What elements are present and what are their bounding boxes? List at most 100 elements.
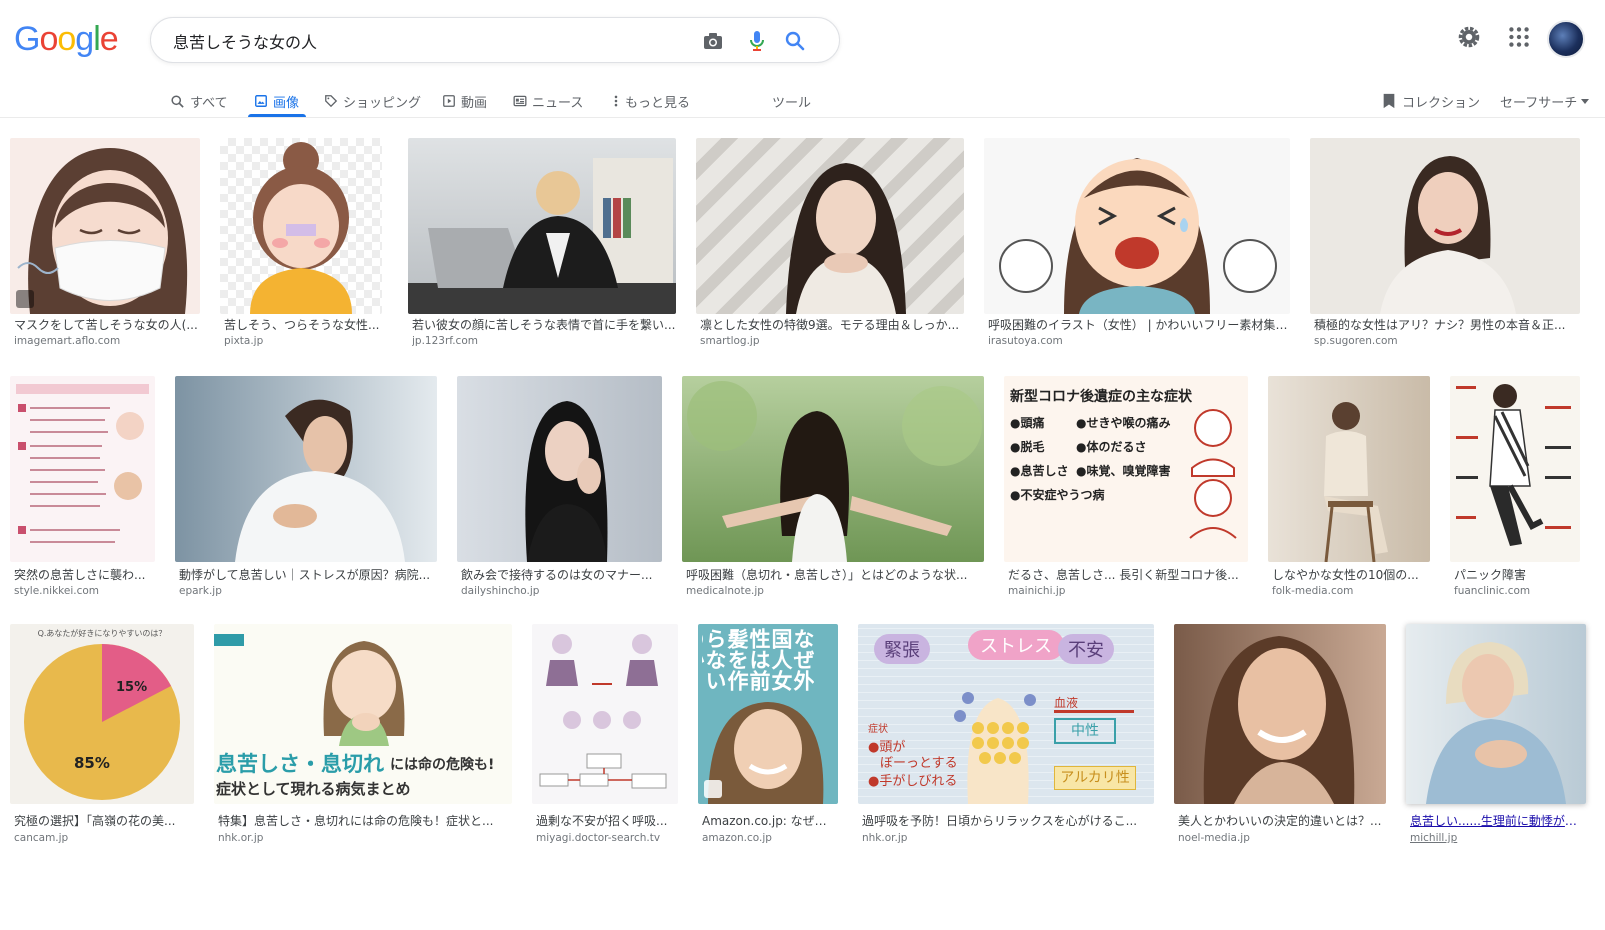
thumbnail[interactable]: [10, 138, 200, 314]
logo-letter: g: [75, 20, 94, 58]
image-caption[interactable]: 動悸がして息苦しい｜ストレスが原因？病院...: [179, 566, 437, 583]
image-caption[interactable]: 突然の息苦しさに襲わ...: [14, 566, 155, 583]
image-caption[interactable]: 特集】息苦しさ・息切れには命の危険も！症状と...: [218, 812, 512, 829]
image-source[interactable]: jp.123rf.com: [412, 335, 676, 347]
thumbnail[interactable]: [408, 138, 676, 314]
image-caption[interactable]: 若い彼女の顔に苦しそうな表情で首に手を繋い...: [412, 316, 676, 333]
tab-more[interactable]: もっと見る: [612, 84, 690, 118]
image-result[interactable]: 凛とした女性の特徴9選。モテる理由＆しっか... smartlog.jp: [696, 138, 964, 353]
image-source[interactable]: medicalnote.jp: [686, 585, 984, 597]
image-result[interactable]: 呼吸困難のイラスト（女性） | かわいいフリー素材集 ... irasutoya…: [984, 138, 1290, 353]
thumbnail[interactable]: [532, 624, 678, 804]
image-source[interactable]: nhk.or.jp: [218, 832, 512, 844]
tab-all[interactable]: すべて: [170, 84, 228, 118]
image-result[interactable]: 飲み会で接待するのは女のマナー... dailyshincho.jp: [457, 376, 662, 597]
image-source[interactable]: fuanclinic.com: [1454, 585, 1580, 597]
image-result[interactable]: 過剰な不安が招く呼吸... miyagi.doctor-search.tv: [532, 624, 678, 844]
image-result[interactable]: 息苦しさ・息切れ には命の危険も! 症状として現れる病気まとめ 特集】息苦しさ・…: [214, 624, 512, 844]
tab-tools[interactable]: ツール: [772, 84, 811, 118]
thumbnail[interactable]: [1174, 624, 1386, 804]
image-source[interactable]: nhk.or.jp: [862, 832, 1154, 844]
search-icon[interactable]: [783, 29, 807, 53]
image-result[interactable]: 呼吸困難（息切れ・息苦しさ）」とはどのような状... medicalnote.j…: [682, 376, 984, 597]
avatar[interactable]: [1547, 20, 1585, 58]
sick-person-illustration: [1189, 409, 1237, 539]
image-source[interactable]: smartlog.jp: [700, 335, 964, 347]
thumbnail[interactable]: [175, 376, 437, 562]
image-source[interactable]: pixta.jp: [224, 335, 382, 347]
image-source[interactable]: irasutoya.com: [988, 335, 1290, 347]
thumbnail[interactable]: [1268, 376, 1430, 562]
thumbnail[interactable]: [682, 376, 984, 562]
tab-videos[interactable]: 動画: [442, 84, 487, 118]
image-source[interactable]: epark.jp: [179, 585, 437, 597]
google-logo[interactable]: Google: [14, 20, 119, 59]
image-caption[interactable]: パニック障害: [1454, 566, 1580, 583]
thumbnail[interactable]: [457, 376, 662, 562]
image-result[interactable]: パニック障害 fuanclinic.com: [1450, 376, 1580, 597]
thumbnail[interactable]: [984, 138, 1290, 314]
gear-icon[interactable]: [1456, 24, 1482, 50]
image-source[interactable]: dailyshincho.jp: [461, 585, 662, 597]
mask-woman-illustration: [17, 148, 188, 314]
safesearch-dropdown[interactable]: セーフサーチ: [1500, 84, 1590, 118]
image-caption[interactable]: 凛とした女性の特徴9選。モテる理由＆しっか...: [700, 316, 964, 333]
image-source[interactable]: cancam.jp: [14, 832, 194, 844]
tab-shopping[interactable]: ショッピング: [324, 84, 421, 118]
image-source[interactable]: imagemart.aflo.com: [14, 335, 200, 347]
thumbnail[interactable]: [220, 138, 382, 314]
image-caption[interactable]: マスクをして苦しそうな女の人(...: [14, 316, 200, 333]
image-caption[interactable]: 過剰な不安が招く呼吸...: [536, 812, 678, 829]
image-result[interactable]: 積極的な女性はアリ？ナシ？男性の本音＆正... sp.sugoren.com: [1310, 138, 1580, 353]
thumbnail[interactable]: [1310, 138, 1580, 314]
image-result[interactable]: マスクをして苦しそうな女の人(... imagemart.aflo.com: [10, 138, 200, 353]
image-result[interactable]: 動悸がして息苦しい｜ストレスが原因？病院... epark.jp: [175, 376, 437, 597]
apps-grid-icon[interactable]: [1506, 24, 1532, 50]
image-result[interactable]: 緊張 ストレス 不安 血液 中性 アルカリ性 症状 ●頭が ぼーっとする ●手が…: [858, 624, 1154, 844]
image-source[interactable]: folk-media.com: [1272, 585, 1430, 597]
image-result[interactable]: Q.あなたが好きになりやすいのは？ 15% 85% 究極の選択】「高嶺の花の美.…: [10, 624, 194, 844]
image-result[interactable]: 新型コロナ後遺症の主な症状 ●頭痛 ●せきや喉の痛み ●脱毛 ●体のだるさ ●息…: [1004, 376, 1248, 597]
search-input[interactable]: [171, 27, 675, 55]
image-caption[interactable]: だるさ、息苦しさ... 長引く新型コロナ後...: [1008, 566, 1248, 583]
image-caption[interactable]: 呼吸困難（息切れ・息苦しさ）」とはどのような状...: [686, 566, 984, 583]
image-source[interactable]: noel-media.jp: [1178, 832, 1386, 844]
image-result[interactable]: 若い彼女の顔に苦しそうな表情で首に手を繋い... jp.123rf.com: [408, 138, 676, 353]
microphone-icon[interactable]: [745, 29, 769, 53]
image-caption[interactable]: 苦しそう、つらそうな女性...: [224, 316, 382, 333]
image-source[interactable]: mainichi.jp: [1008, 585, 1248, 597]
thumbnail[interactable]: [1450, 376, 1580, 562]
image-caption[interactable]: 美人とかわいいの決定的違いとは？...: [1178, 812, 1386, 829]
tab-images[interactable]: 画像: [254, 84, 299, 118]
image-source[interactable]: michill.jp: [1410, 832, 1586, 844]
image-caption[interactable]: 呼吸困難のイラスト（女性） | かわいいフリー素材集 ...: [988, 316, 1290, 333]
thumbnail[interactable]: 緊張 ストレス 不安 血液 中性 アルカリ性 症状 ●頭が ぼーっとする ●手が…: [858, 624, 1154, 804]
image-result[interactable]: 突然の息苦しさに襲わ... style.nikkei.com: [10, 376, 155, 597]
image-source[interactable]: sp.sugoren.com: [1314, 335, 1580, 347]
image-source[interactable]: amazon.co.jp: [702, 832, 838, 844]
image-result[interactable]: 息苦しい......生理前に動悸が起こ... michill.jp: [1406, 624, 1586, 844]
image-caption[interactable]: 飲み会で接待するのは女のマナー...: [461, 566, 662, 583]
image-caption[interactable]: 過呼吸を予防！日頃からリラックスを心がけるこ...: [862, 812, 1154, 829]
camera-icon[interactable]: [701, 29, 725, 53]
image-result[interactable]: しなやかな女性の10個の... folk-media.com: [1268, 376, 1430, 597]
image-caption[interactable]: 究極の選択】「高嶺の花の美...: [14, 812, 194, 829]
image-result[interactable]: 苦しそう、つらそうな女性... pixta.jp: [220, 138, 382, 353]
thumbnail[interactable]: [10, 376, 155, 562]
tab-news[interactable]: ニュース: [513, 84, 583, 118]
image-source[interactable]: miyagi.doctor-search.tv: [536, 832, 678, 844]
collection-link[interactable]: コレクション: [1382, 84, 1480, 118]
thumbnail[interactable]: [696, 138, 964, 314]
image-source[interactable]: style.nikkei.com: [14, 585, 155, 597]
thumbnail[interactable]: なぜ外国人女性は前髪を作らないのか: [698, 624, 838, 804]
thumbnail[interactable]: 息苦しさ・息切れ には命の危険も! 症状として現れる病気まとめ: [214, 624, 512, 804]
image-caption[interactable]: 息苦しい......生理前に動悸が起こ...: [1410, 812, 1586, 829]
image-caption[interactable]: 積極的な女性はアリ？ナシ？男性の本音＆正...: [1314, 316, 1580, 333]
thumbnail[interactable]: 新型コロナ後遺症の主な症状 ●頭痛 ●せきや喉の痛み ●脱毛 ●体のだるさ ●息…: [1004, 376, 1248, 562]
image-result[interactable]: 美人とかわいいの決定的違いとは？... noel-media.jp: [1174, 624, 1386, 844]
image-caption[interactable]: Amazon.co.jp: なぜ外...: [702, 812, 838, 829]
image-result[interactable]: なぜ外国人女性は前髪を作らないのか Amazon.co.jp: なぜ外... a…: [698, 624, 838, 844]
thumbnail[interactable]: [1406, 624, 1586, 804]
image-caption[interactable]: しなやかな女性の10個の...: [1272, 566, 1430, 583]
thumbnail[interactable]: Q.あなたが好きになりやすいのは？ 15% 85%: [10, 624, 194, 804]
